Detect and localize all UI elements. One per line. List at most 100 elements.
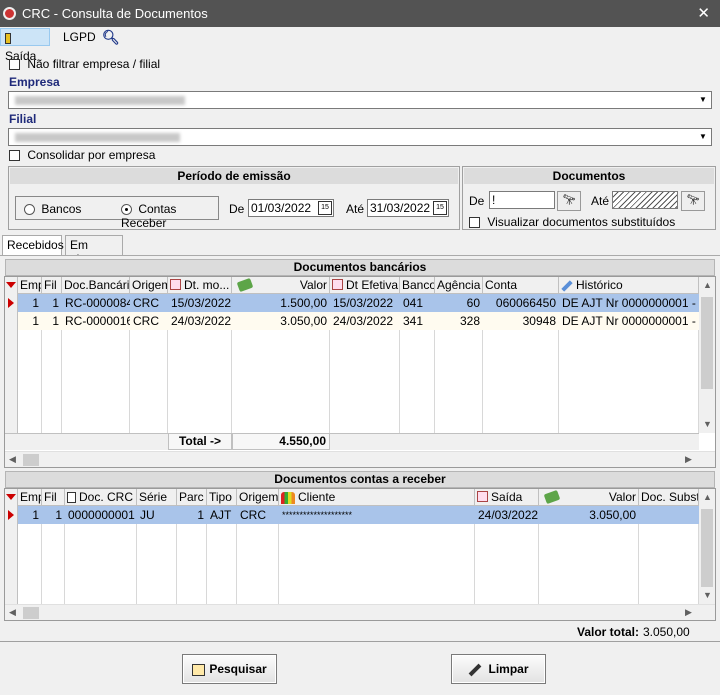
doc-de-field[interactable]: ! xyxy=(489,191,555,209)
pesquisar-button[interactable]: Pesquisar xyxy=(182,654,277,684)
column-header[interactable]: Agência xyxy=(435,277,483,294)
search-doc-icon xyxy=(192,663,206,676)
column-header[interactable]: Parc xyxy=(177,489,207,506)
menu-saida[interactable]: Saída xyxy=(0,28,50,63)
column-header-label: Origem xyxy=(239,490,279,504)
visualizar-option[interactable]: Visualizar documentos substituídos xyxy=(469,215,675,229)
table-cell: 1.500,00 xyxy=(280,296,327,310)
chevron-down-icon[interactable]: ▼ xyxy=(697,94,709,106)
scrollbar-thumb[interactable] xyxy=(23,454,39,466)
column-header[interactable]: Emp xyxy=(18,277,42,294)
doc-ate-label: Até xyxy=(591,194,610,208)
table-cell: 24/03/2022 xyxy=(333,314,394,328)
scroll-left-icon[interactable]: ◀ xyxy=(9,607,16,618)
column-header[interactable]: Emp xyxy=(18,489,42,506)
vertical-scrollbar[interactable]: ▲ ▼ xyxy=(699,277,715,433)
column-header-label: Saída xyxy=(491,490,523,504)
scroll-down-icon[interactable]: ▼ xyxy=(703,590,712,600)
column-header[interactable]: Doc.Bancário xyxy=(62,277,130,294)
app-icon xyxy=(3,7,16,20)
scroll-up-icon[interactable]: ▲ xyxy=(703,280,712,290)
column-header[interactable]: Origem xyxy=(130,277,168,294)
table-cell: 1 xyxy=(32,296,39,310)
scroll-down-icon[interactable]: ▼ xyxy=(703,419,712,429)
doc-ate-field[interactable] xyxy=(612,191,678,209)
data-inicial-field[interactable]: 01/03/2022 15 xyxy=(248,199,334,217)
chevron-down-icon[interactable]: ▼ xyxy=(697,131,709,143)
total-label: Total -> xyxy=(168,433,232,450)
horizontal-scrollbar[interactable]: ◀ ▶ xyxy=(5,604,715,620)
search-icon[interactable]: 🔍︎ xyxy=(98,28,124,46)
column-header[interactable]: Conta xyxy=(483,277,559,294)
horizontal-scrollbar[interactable]: ◀ ▶ xyxy=(5,451,715,467)
pesquisar-label: Pesquisar xyxy=(209,662,267,676)
data-final-field[interactable]: 31/03/2022 15 xyxy=(367,199,449,217)
table-cell: 1 xyxy=(52,296,59,310)
calendar-icon[interactable]: 15 xyxy=(318,201,332,215)
column-header[interactable]: Saída xyxy=(475,489,539,506)
column-header-label: Doc.Bancário xyxy=(64,278,130,292)
nao-filtrar-label: Não filtrar empresa / filial xyxy=(27,57,161,71)
bancos-label: Bancos xyxy=(41,202,82,216)
scrollbar-thumb[interactable] xyxy=(701,297,713,389)
column-header[interactable]: Cliente xyxy=(279,489,475,506)
consolidar-checkbox[interactable] xyxy=(9,150,20,162)
nao-filtrar-option[interactable]: Não filtrar empresa / filial xyxy=(9,57,160,71)
column-header[interactable]: Origem xyxy=(237,489,279,506)
empresa-select[interactable]: ▼ xyxy=(8,91,712,109)
binoculars-icon[interactable]: 🔭︎ xyxy=(681,191,705,211)
column-header[interactable]: Doc. Subst. xyxy=(639,489,699,506)
column-header-label: Dt. mo... xyxy=(184,278,230,292)
menu-lgpd[interactable]: LGPD xyxy=(59,28,100,46)
scrollbar-thumb[interactable] xyxy=(23,607,39,619)
table-cell: 3.050,00 xyxy=(280,314,327,328)
tab-em-aberto[interactable]: Em aberto xyxy=(65,235,123,266)
sort-indicator-icon xyxy=(6,494,16,500)
bancos-radio[interactable] xyxy=(24,204,35,216)
doc-de-label: De xyxy=(469,194,485,208)
tab-recebidos[interactable]: Recebidos xyxy=(2,235,64,256)
column-header-label: Valor xyxy=(608,490,636,504)
vertical-scrollbar[interactable]: ▲ ▼ xyxy=(699,489,715,604)
column-header[interactable]: Histórico xyxy=(559,277,699,294)
documentos-group: Documentos De ! 🔭︎ Até 🔭︎ Visualizar doc… xyxy=(462,166,716,230)
column-header[interactable]: Doc. CRC xyxy=(65,489,137,506)
column-header-label: Emp xyxy=(20,490,41,504)
visualizar-checkbox[interactable] xyxy=(469,217,480,229)
contas-receber-radio[interactable] xyxy=(121,204,132,216)
column-header-label: Origem xyxy=(132,278,168,292)
scroll-right-icon[interactable]: ▶ xyxy=(685,607,692,618)
column-header[interactable]: Série xyxy=(137,489,177,506)
column-header-label: Valor xyxy=(299,278,327,292)
consolidar-label: Consolidar por empresa xyxy=(27,148,156,162)
column-header[interactable]: Tipo xyxy=(207,489,237,506)
bancos-option[interactable]: Bancos xyxy=(24,202,81,216)
column-header[interactable]: Fil xyxy=(42,489,65,506)
column-header[interactable]: Banco xyxy=(400,277,435,294)
column-header[interactable]: Valor xyxy=(232,277,330,294)
table-cell: 041 xyxy=(403,296,424,310)
calendar-icon[interactable]: 15 xyxy=(433,201,447,215)
filial-select[interactable]: ▼ xyxy=(8,128,712,146)
close-icon[interactable]: ✕ xyxy=(697,4,710,22)
current-row-icon xyxy=(8,510,14,520)
documentos-title: Documentos xyxy=(464,168,714,184)
column-header-label: Fil xyxy=(44,490,57,504)
limpar-label: Limpar xyxy=(488,662,529,676)
scroll-right-icon[interactable]: ▶ xyxy=(685,454,692,465)
valor-total-label: Valor total: xyxy=(577,625,640,639)
contas-receber-option[interactable]: Contas Receber xyxy=(121,202,218,230)
column-header[interactable]: Fil xyxy=(42,277,62,294)
nao-filtrar-checkbox[interactable] xyxy=(9,59,20,71)
scrollbar-thumb[interactable] xyxy=(701,509,713,587)
scroll-up-icon[interactable]: ▲ xyxy=(703,492,712,502)
consolidar-option[interactable]: Consolidar por empresa xyxy=(9,148,155,162)
scroll-left-icon[interactable]: ◀ xyxy=(9,454,16,465)
column-header[interactable]: Valor xyxy=(539,489,639,506)
money-icon xyxy=(543,489,561,505)
binoculars-icon[interactable]: 🔭︎ xyxy=(557,191,581,211)
column-header[interactable]: Dt Efetiva xyxy=(330,277,400,294)
table-cell: AJT xyxy=(210,508,232,522)
limpar-button[interactable]: Limpar xyxy=(451,654,546,684)
column-header[interactable]: Dt. mo... xyxy=(168,277,232,294)
